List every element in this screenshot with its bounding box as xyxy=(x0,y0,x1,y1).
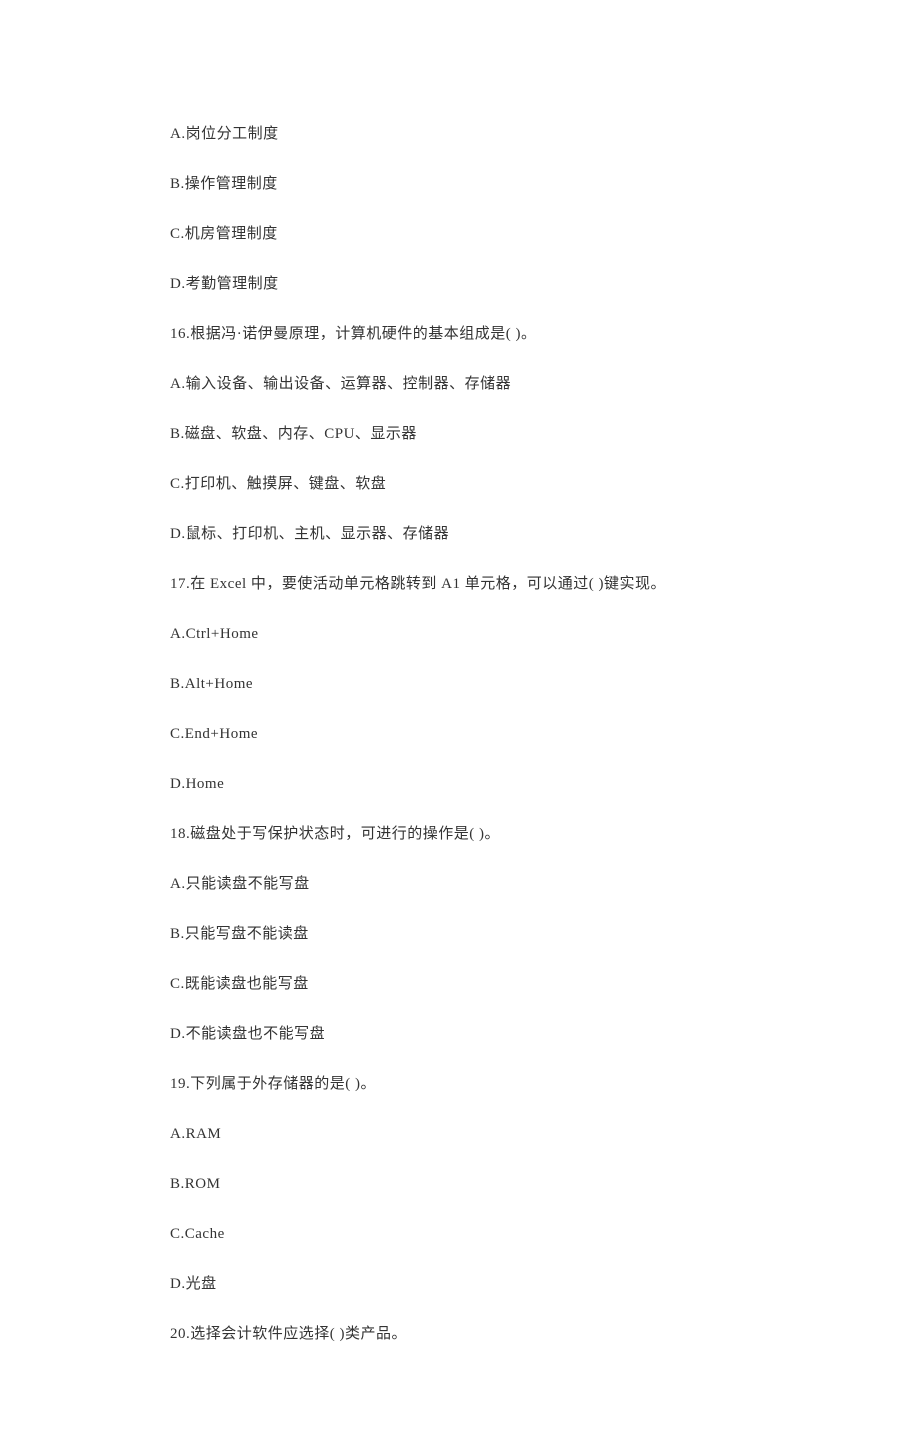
option-text: A.输入设备、输出设备、运算器、控制器、存储器 xyxy=(170,372,790,396)
option-text: B.操作管理制度 xyxy=(170,172,790,196)
option-text: C.机房管理制度 xyxy=(170,222,790,246)
option-text: D.Home xyxy=(170,772,790,796)
option-text: C.打印机、触摸屏、键盘、软盘 xyxy=(170,472,790,496)
option-text: A.Ctrl+Home xyxy=(170,622,790,646)
option-text: A.只能读盘不能写盘 xyxy=(170,872,790,896)
question-text: 19.下列属于外存储器的是( )。 xyxy=(170,1072,790,1096)
option-text: D.鼠标、打印机、主机、显示器、存储器 xyxy=(170,522,790,546)
option-text: D.考勤管理制度 xyxy=(170,272,790,296)
option-text: A.RAM xyxy=(170,1122,790,1146)
option-text: B.只能写盘不能读盘 xyxy=(170,922,790,946)
option-text: C.End+Home xyxy=(170,722,790,746)
document-page: A.岗位分工制度 B.操作管理制度 C.机房管理制度 D.考勤管理制度 16.根… xyxy=(0,0,790,1432)
option-text: D.不能读盘也不能写盘 xyxy=(170,1022,790,1046)
question-text: 16.根据冯·诺伊曼原理，计算机硬件的基本组成是( )。 xyxy=(170,322,790,346)
option-text: B.Alt+Home xyxy=(170,672,790,696)
option-text: A.岗位分工制度 xyxy=(170,122,790,146)
option-text: C.Cache xyxy=(170,1222,790,1246)
question-text: 20.选择会计软件应选择( )类产品。 xyxy=(170,1322,790,1346)
option-text: D.光盘 xyxy=(170,1272,790,1296)
question-text: 18.磁盘处于写保护状态时，可进行的操作是( )。 xyxy=(170,822,790,846)
question-text: 17.在 Excel 中，要使活动单元格跳转到 A1 单元格，可以通过( )键实… xyxy=(170,572,790,596)
option-text: B.磁盘、软盘、内存、CPU、显示器 xyxy=(170,422,790,446)
option-text: C.既能读盘也能写盘 xyxy=(170,972,790,996)
option-text: B.ROM xyxy=(170,1172,790,1196)
